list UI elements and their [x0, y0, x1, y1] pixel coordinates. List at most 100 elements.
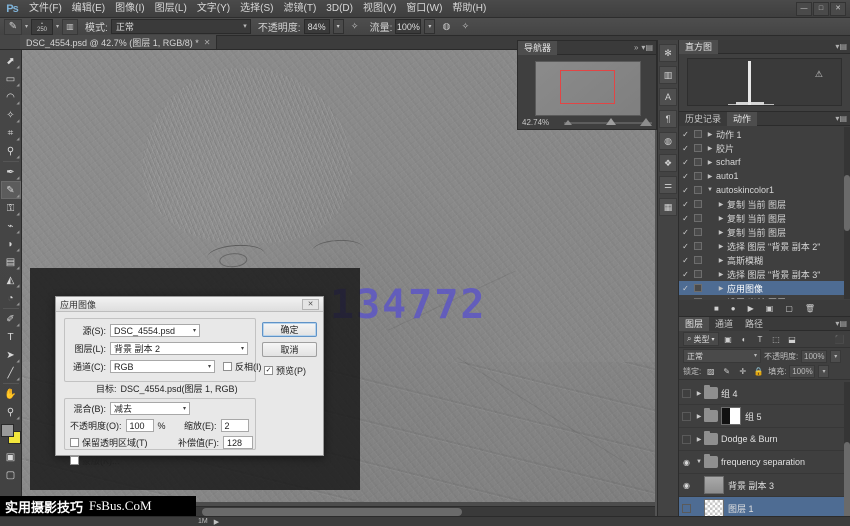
actions-scroll-thumb[interactable] — [844, 175, 850, 231]
action-row[interactable]: ✓▶胶片 — [679, 141, 844, 155]
panel-menu-icon[interactable]: ▾▤ — [835, 114, 847, 123]
blend-select[interactable]: 减去 — [110, 402, 190, 415]
tab-history[interactable]: 历史记录 — [679, 112, 727, 126]
menu-help[interactable]: 帮助(H) — [447, 0, 491, 18]
action-row[interactable]: ✓▶复制 当前 图层 — [679, 211, 844, 225]
action-expand-chevron-icon[interactable]: ▶ — [704, 173, 716, 180]
action-expand-chevron-icon[interactable]: ▶ — [715, 285, 727, 292]
quick-mask-icon[interactable]: ▣ — [1, 448, 21, 466]
menu-select[interactable]: 选择(S) — [235, 0, 278, 18]
filter-type-icon[interactable]: T — [754, 333, 767, 346]
quick-selection-tool-icon[interactable]: ✧ — [1, 106, 21, 124]
filter-adjustment-icon[interactable]: ◐ — [738, 333, 751, 346]
menu-edit[interactable]: 编辑(E) — [67, 0, 110, 18]
menu-type[interactable]: 文字(Y) — [192, 0, 235, 18]
brush-preset-chevron-icon[interactable]: ▾ — [56, 23, 59, 30]
action-dialog-toggle-icon[interactable] — [692, 172, 704, 180]
zoom-out-icon[interactable] — [564, 120, 572, 125]
filter-toggle-icon[interactable]: ⬛ — [833, 333, 846, 346]
zoom-in-icon[interactable] — [640, 118, 652, 126]
menu-image[interactable]: 图像(I) — [110, 0, 149, 18]
scale-input[interactable]: 2 — [221, 419, 249, 432]
action-expand-chevron-icon[interactable]: ▶ — [715, 257, 727, 264]
layer-fill-value[interactable]: 100% — [789, 365, 815, 378]
action-row[interactable]: ✓▶应用图像 — [679, 281, 844, 295]
layer-visibility-eye-icon[interactable] — [682, 435, 691, 444]
layer-group-chevron-icon[interactable]: ▶ — [694, 390, 704, 397]
layer-visibility-eye-icon[interactable]: ◉ — [679, 481, 694, 490]
clone-stamp-tool-icon[interactable]: ⚿ — [1, 199, 21, 217]
action-row[interactable]: ✓▶auto1 — [679, 169, 844, 183]
path-selection-tool-icon[interactable]: ➤ — [1, 346, 21, 364]
action-row[interactable]: ✓▶设置 当前 图层 — [679, 295, 844, 299]
dialog-close-icon[interactable]: ✕ — [302, 299, 319, 310]
layer-thumbnail[interactable] — [704, 476, 724, 494]
tab-layers[interactable]: 图层 — [679, 317, 709, 331]
color-dock-icon[interactable]: ◍ — [659, 132, 677, 150]
play-action-icon[interactable]: ▶ — [748, 304, 754, 313]
action-dialog-toggle-icon[interactable] — [692, 284, 704, 292]
action-toggle-check-icon[interactable]: ✓ — [679, 214, 692, 223]
eyedropper-tool-icon[interactable]: ⚲ — [1, 142, 21, 160]
layer-visibility-eye-icon[interactable] — [682, 504, 691, 513]
collapse-icon[interactable]: » — [634, 43, 638, 52]
tab-actions[interactable]: 动作 — [727, 112, 757, 126]
layer-row[interactable]: ▶组 4 — [679, 382, 844, 405]
screen-mode-icon[interactable]: ▢ — [1, 466, 21, 484]
blend-mode-select[interactable]: 正常 — [111, 19, 251, 34]
close-button[interactable]: ✕ — [830, 2, 846, 16]
paragraph-dock-icon[interactable]: ¶ — [659, 110, 677, 128]
action-toggle-check-icon[interactable]: ✓ — [679, 242, 692, 251]
action-toggle-check-icon[interactable]: ✓ — [679, 200, 692, 209]
color-swatches[interactable] — [1, 424, 21, 444]
foreground-color-swatch[interactable] — [1, 424, 14, 437]
pen-tool-icon[interactable]: ✐ — [1, 310, 21, 328]
preserve-transparency-checkbox[interactable] — [70, 438, 79, 447]
dialog-title-bar[interactable]: 应用图像 ✕ — [56, 297, 323, 312]
move-tool-icon[interactable]: ⬈ — [1, 52, 21, 70]
layers-scroll-thumb[interactable] — [844, 442, 850, 526]
layer-opacity-value[interactable]: 100% — [801, 350, 827, 363]
panel-menu-icon[interactable]: ▾▤ — [641, 43, 653, 52]
shape-tool-icon[interactable]: ╱ — [1, 364, 21, 382]
history-brush-tool-icon[interactable]: ⌁ — [1, 217, 21, 235]
layer-blend-mode-select[interactable]: 正常 — [683, 349, 761, 363]
action-expand-chevron-icon[interactable]: ▶ — [715, 215, 727, 222]
cached-data-warning-icon[interactable]: ⚠ — [815, 69, 823, 80]
layer-fill-stepper[interactable]: ▾ — [818, 365, 829, 378]
lock-transparent-icon[interactable]: ▨ — [704, 365, 717, 378]
menu-file[interactable]: 文件(F) — [24, 0, 67, 18]
layer-row[interactable]: ▶Dodge & Burn — [679, 428, 844, 451]
action-row[interactable]: ✓▼autoskincolor1 — [679, 183, 844, 197]
action-dialog-toggle-icon[interactable] — [692, 256, 704, 264]
action-dialog-toggle-icon[interactable] — [692, 298, 704, 299]
action-toggle-check-icon[interactable]: ✓ — [679, 144, 692, 153]
flow-value[interactable]: 100% — [395, 19, 421, 34]
delete-action-icon[interactable]: 🗑 — [805, 304, 815, 313]
canvas-hscroll-thumb[interactable] — [202, 508, 462, 516]
eraser-tool-icon[interactable]: ◗ — [1, 235, 21, 253]
action-dialog-toggle-icon[interactable] — [692, 270, 704, 278]
opacity-value[interactable]: 84% — [304, 19, 330, 34]
cancel-button[interactable]: 取消 — [262, 342, 317, 357]
action-toggle-check-icon[interactable]: ✓ — [679, 228, 692, 237]
action-dialog-toggle-icon[interactable] — [692, 228, 704, 236]
action-toggle-check-icon[interactable]: ✓ — [679, 172, 692, 181]
action-toggle-check-icon[interactable]: ✓ — [679, 256, 692, 265]
navigator-thumbnail[interactable] — [535, 61, 641, 116]
layer-visibility-eye-icon[interactable] — [682, 412, 691, 421]
menu-view[interactable]: 视图(V) — [358, 0, 401, 18]
action-expand-chevron-icon[interactable]: ▶ — [704, 145, 716, 152]
action-row[interactable]: ✓▶选择 图层 "背景 副本 2" — [679, 239, 844, 253]
mask-row[interactable]: 蒙版(K)... — [70, 454, 120, 467]
navigator-view-box[interactable] — [560, 70, 615, 104]
zoom-tool-icon[interactable]: ⚲ — [1, 403, 21, 421]
action-dialog-toggle-icon[interactable] — [692, 242, 704, 250]
menu-3d[interactable]: 3D(D) — [321, 0, 358, 18]
action-dialog-toggle-icon[interactable] — [692, 214, 704, 222]
panel-menu-icon[interactable]: ▾▤ — [835, 319, 847, 328]
flow-stepper[interactable]: ▾ — [424, 19, 435, 34]
layer-thumbnail[interactable] — [704, 499, 724, 517]
action-toggle-check-icon[interactable]: ✓ — [679, 284, 692, 293]
action-row[interactable]: ✓▶动作 1 — [679, 127, 844, 141]
